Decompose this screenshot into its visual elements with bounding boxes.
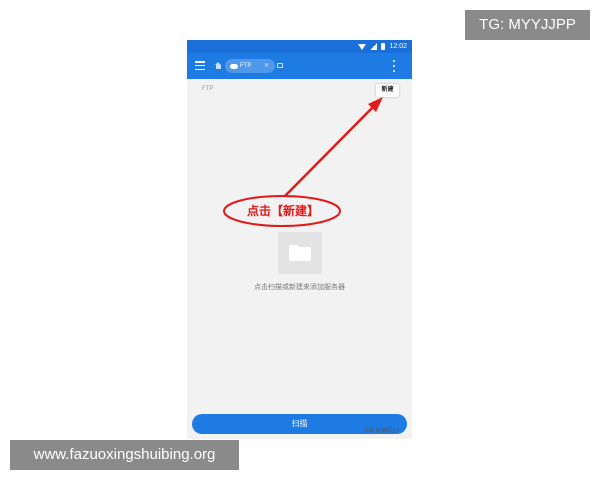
app-toolbar: FTP ✕ bbox=[187, 53, 412, 79]
callout-label: 点击【新建】 bbox=[246, 204, 319, 218]
battery-icon bbox=[381, 43, 386, 50]
watermark-bottom: www.fazuoxingshuibing.org bbox=[10, 440, 239, 470]
more-options-icon[interactable] bbox=[393, 60, 396, 72]
status-bar: 12:02 bbox=[187, 40, 412, 53]
tab-ftp[interactable]: FTP ✕ bbox=[225, 59, 275, 73]
phone-screen: 12:02 FTP ✕ FTP 新建 点击扫描或新建来添加服务器 扫描 头条 @… bbox=[187, 40, 412, 439]
cloud-icon bbox=[230, 63, 238, 69]
watermark-top: TG: MYYJJPP bbox=[465, 10, 590, 40]
status-icons: 12:02 bbox=[358, 42, 407, 51]
status-time: 12:02 bbox=[389, 43, 407, 50]
path-label: FTP bbox=[202, 86, 214, 92]
empty-state-message: 点击扫描或新建来添加服务器 bbox=[254, 284, 345, 291]
menu-icon[interactable] bbox=[195, 61, 205, 70]
tab-ftp-label: FTP bbox=[240, 63, 252, 69]
window-icon[interactable] bbox=[277, 63, 283, 68]
close-icon[interactable]: ✕ bbox=[264, 59, 269, 73]
screenshot-canvas: TG: MYYJJPP 12:02 FTP ✕ FTP 新建 点击扫描或新建来添… bbox=[0, 0, 600, 480]
wifi-icon bbox=[358, 43, 367, 50]
empty-placeholder bbox=[278, 232, 322, 274]
signal-icon bbox=[370, 43, 378, 50]
folder-icon bbox=[289, 245, 311, 261]
new-button[interactable]: 新建 bbox=[376, 84, 399, 97]
credit-watermark: 头条 @旗帜达人 bbox=[364, 428, 401, 434]
home-icon[interactable] bbox=[215, 62, 222, 69]
